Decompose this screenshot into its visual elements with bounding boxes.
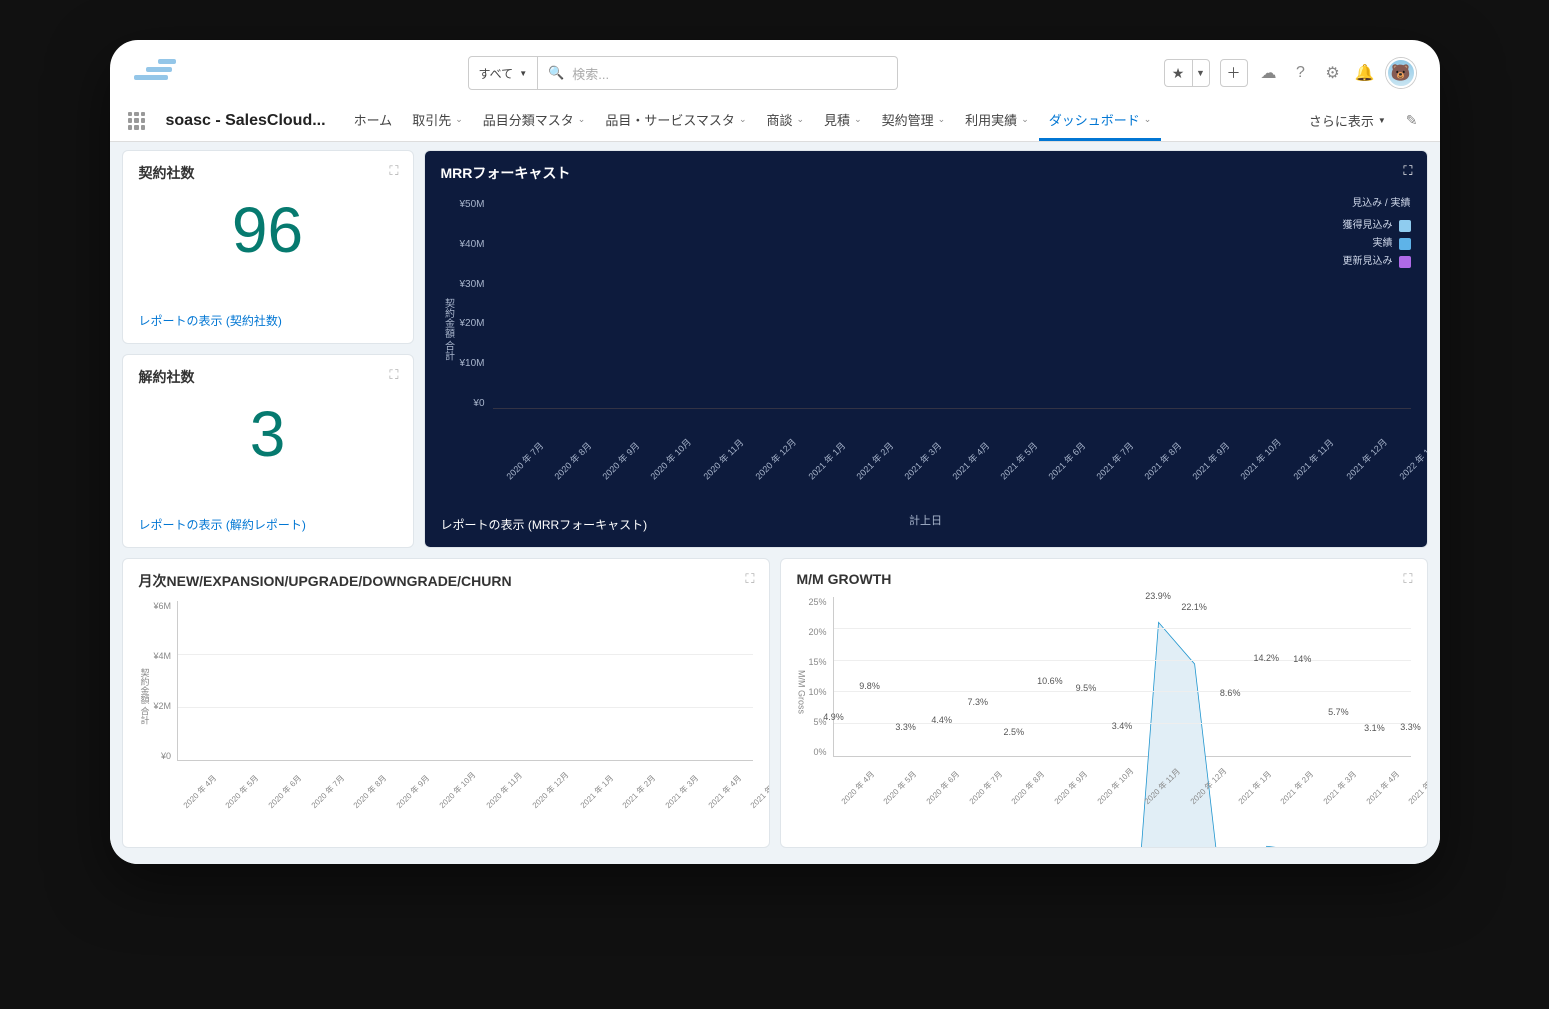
data-point-label: 3.3% (1400, 722, 1421, 732)
expand-icon[interactable]: ⛶ (389, 367, 398, 383)
nav-item[interactable]: ダッシュボード⌄ (1039, 100, 1162, 141)
card-monthly-changes: 月次NEW/EXPANSION/UPGRADE/DOWNGRADE/CHURN … (122, 558, 770, 848)
search-scope-dropdown[interactable]: すべて▼ (468, 56, 539, 90)
y-axis-ticks: ¥6M¥4M¥2M¥0 (154, 601, 178, 761)
help-icon[interactable]: ? (1290, 64, 1312, 82)
expand-icon[interactable]: ⛶ (1403, 571, 1412, 587)
card-title: M/M GROWTH (797, 571, 1411, 587)
report-link[interactable]: レポートの表示 (解約レポート) (139, 516, 306, 533)
avatar[interactable]: 🐻 (1386, 58, 1416, 88)
chart-bars (177, 601, 752, 761)
card-mrr-forecast: MRRフォーキャスト ⛶ 見込み / 実績 獲得見込み実績更新見込み 契約金額 … (424, 150, 1428, 548)
favorite-icon[interactable]: ★ (1164, 59, 1192, 87)
metric-value: 96 (139, 193, 397, 267)
monthly-chart: 契約金額 合計 ¥6M¥4M¥2M¥0 (139, 601, 753, 791)
app-window: すべて▼ 🔍 検索... ★ ▼ ＋ ☁ ? ⚙ 🔔 🐻 soasc - Sal… (110, 40, 1440, 864)
app-logo-icon (134, 59, 178, 87)
chart-bars (493, 199, 1411, 409)
plus-icon[interactable]: ＋ (1220, 59, 1248, 87)
data-point-label: 5.7% (1328, 707, 1349, 717)
data-point-label: 9.8% (859, 681, 880, 691)
chart-legend: 見込み / 実績 獲得見込み実績更新見込み (1343, 195, 1411, 271)
nav-item[interactable]: 取引先⌄ (402, 100, 473, 141)
dashboard: 契約社数 ⛶ 96 レポートの表示 (契約社数) MRRフォーキャスト ⛶ 見込… (110, 142, 1440, 864)
y-axis-label: 契約金額 合計 (441, 298, 460, 361)
expand-icon[interactable]: ⛶ (745, 571, 754, 587)
expand-icon[interactable]: ⛶ (1403, 163, 1412, 179)
x-axis-ticks: 2020 年 4月2020 年 5月2020 年 6月2020 年 7月2020… (139, 791, 753, 814)
navbar: soasc - SalesCloud... ホーム取引先⌄品目分類マスタ⌄品目・… (110, 100, 1440, 142)
nav-item[interactable]: 契約管理⌄ (872, 100, 956, 141)
data-point-label: 7.3% (967, 697, 988, 707)
card-contracts: 契約社数 ⛶ 96 レポートの表示 (契約社数) (122, 150, 414, 344)
card-title: 月次NEW/EXPANSION/UPGRADE/DOWNGRADE/CHURN (139, 571, 753, 591)
nav-item[interactable]: 品目・サービスマスタ⌄ (595, 100, 756, 141)
card-cancellations: 解約社数 ⛶ 3 レポートの表示 (解約レポート) (122, 354, 414, 548)
y-axis-ticks: 25%20%15%10%5%0% (809, 597, 833, 757)
data-point-label: 9.5% (1076, 683, 1097, 693)
data-point-label: 10.6% (1037, 676, 1063, 686)
y-axis-label: M/M Gross (797, 670, 809, 714)
card-title: 契約社数 (139, 163, 397, 183)
topbar: すべて▼ 🔍 検索... ★ ▼ ＋ ☁ ? ⚙ 🔔 🐻 (110, 40, 1440, 100)
app-name[interactable]: soasc - SalesCloud... (166, 112, 326, 130)
bell-icon[interactable]: 🔔 (1354, 63, 1376, 83)
card-mm-growth: M/M GROWTH ⛶ M/M Gross 25%20%15%10%5%0% … (780, 558, 1428, 848)
data-point-label: 3.1% (1364, 723, 1385, 733)
report-link[interactable]: レポートの表示 (契約社数) (139, 312, 282, 329)
metric-value: 3 (139, 397, 397, 471)
card-title: MRRフォーキャスト (441, 163, 1411, 183)
app-launcher-icon[interactable] (126, 110, 148, 132)
chart-plot: 4.9%9.8%3.3%4.4%7.3%2.5%10.6%9.5%3.4%23.… (833, 597, 1411, 757)
data-point-label: 4.4% (931, 715, 952, 725)
search-icon: 🔍 (548, 65, 564, 81)
data-point-label: 14% (1293, 654, 1311, 664)
card-title: 解約社数 (139, 367, 397, 387)
data-point-label: 8.6% (1220, 688, 1241, 698)
data-point-label: 2.5% (1004, 727, 1025, 737)
report-link[interactable]: レポートの表示 (MRRフォーキャスト) (441, 516, 648, 533)
x-axis-ticks: 2020 年 7月2020 年 8月2020 年 9月2020 年 10月202… (441, 459, 1411, 486)
nav-item[interactable]: 見積⌄ (814, 100, 872, 141)
expand-icon[interactable]: ⛶ (389, 163, 398, 179)
data-point-label: 3.4% (1112, 721, 1133, 731)
search-input[interactable]: 🔍 検索... (538, 56, 898, 90)
data-point-label: 14.2% (1253, 653, 1279, 663)
schema-icon[interactable]: ☁ (1258, 63, 1280, 83)
gear-icon[interactable]: ⚙ (1322, 63, 1344, 83)
data-point-label: 23.9% (1145, 591, 1171, 601)
nav-item[interactable]: 商談⌄ (756, 100, 814, 141)
y-axis-label: 契約金額 合計 (139, 668, 154, 725)
data-point-label: 4.9% (823, 712, 844, 722)
favorite-dropdown-icon[interactable]: ▼ (1192, 59, 1210, 87)
nav-more[interactable]: さらに表示▼ (1301, 111, 1394, 130)
edit-icon[interactable]: ✎ (1400, 112, 1424, 129)
nav-item[interactable]: ホーム (344, 100, 403, 141)
top-action-icons: ★ ▼ ＋ ☁ ? ⚙ 🔔 🐻 (1164, 58, 1416, 88)
data-point-label: 3.3% (895, 722, 916, 732)
y-axis-ticks: ¥50M¥40M¥30M¥20M¥10M¥0 (460, 199, 493, 409)
mrr-chart: 契約金額 合計 ¥50M¥40M¥30M¥20M¥10M¥0 (441, 199, 1411, 459)
growth-chart: M/M Gross 25%20%15%10%5%0% 4.9% 9.8% 3.3% 4… (797, 597, 1411, 787)
global-search: すべて▼ 🔍 検索... (468, 56, 899, 90)
nav-item[interactable]: 利用実績⌄ (955, 100, 1039, 141)
data-point-label: 22.1% (1181, 602, 1207, 612)
nav-item[interactable]: 品目分類マスタ⌄ (473, 100, 596, 141)
